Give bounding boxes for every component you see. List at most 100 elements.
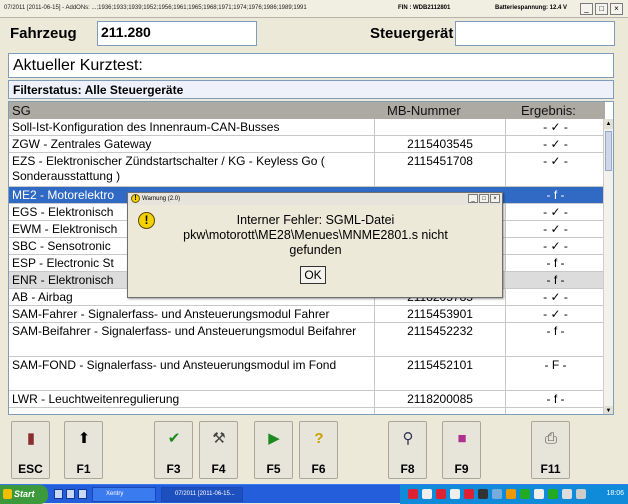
tools-icon: ⚒ xyxy=(212,430,226,447)
cell-ergebnis: - ✓ - xyxy=(543,154,568,168)
f11-button[interactable]: ⎙ F11 xyxy=(531,421,570,479)
title-bar: 07/2011 [2011-06-15] - AddONs: ...;1936;… xyxy=(0,0,628,18)
tray-icon[interactable] xyxy=(464,489,474,499)
warning-dialog: ! Warnung (2.0) _ □ × ! Interner Fehler:… xyxy=(127,192,503,298)
cell-ergebnis: - ✓ - xyxy=(543,205,568,219)
fahrzeug-value: 211.280 xyxy=(101,24,151,40)
tray-icon[interactable] xyxy=(436,489,446,499)
cell-ergebnis: - ✓ - xyxy=(543,137,568,151)
column-header-mb-nummer[interactable]: MB-Nummer xyxy=(387,103,461,118)
f3-button[interactable]: ✔ F3 xyxy=(154,421,193,479)
f1-label: F1 xyxy=(76,462,91,476)
cell-ergebnis: - f - xyxy=(546,324,565,338)
f9-button[interactable]: ■ F9 xyxy=(442,421,481,479)
window-title: 07/2011 [2011-06-15] - AddONs: ...;1936;… xyxy=(4,5,307,11)
dialog-close-button[interactable]: × xyxy=(490,194,500,203)
maximize-button[interactable]: □ xyxy=(595,3,608,15)
table-row[interactable]: Soll-Ist-Konfiguration des Innenraum-CAN… xyxy=(9,119,605,136)
cell-ergebnis: - ✓ - xyxy=(543,290,568,304)
cell-sg: SAM-Beifahrer - Signalerfass- und Ansteu… xyxy=(12,324,357,338)
task-das-window[interactable]: 07/2011 [2011-06-15... xyxy=(161,487,243,502)
f8-label: F8 xyxy=(400,462,415,476)
quicklaunch-explorer-icon[interactable] xyxy=(78,489,87,499)
fin-label: FIN : WDB2112801 xyxy=(398,5,451,11)
quicklaunch-desktop-icon[interactable] xyxy=(54,489,63,499)
kurztest-title: Aktueller Kurztest: xyxy=(13,57,143,74)
f4-button[interactable]: ⚒ F4 xyxy=(199,421,238,479)
column-header-sg[interactable]: SG xyxy=(12,103,31,118)
cell-sg: Soll-Ist-Konfiguration des Innenraum-CAN… xyxy=(12,120,280,134)
cell-ergebnis: - f - xyxy=(546,273,565,287)
cell-mb-nummer: 2115451708 xyxy=(407,154,473,168)
cell-ergebnis: - ✓ - xyxy=(543,222,568,236)
cell-ergebnis: - f - xyxy=(546,188,565,202)
start-label: Start xyxy=(14,489,35,499)
steuergeraet-field[interactable] xyxy=(455,21,615,46)
close-button[interactable]: × xyxy=(610,3,623,15)
exit-door-icon: ▮ xyxy=(26,430,36,447)
cell-mb-nummer: 2115452232 xyxy=(407,324,473,338)
tray-icon[interactable] xyxy=(576,489,586,499)
start-icon: ▶ xyxy=(268,430,280,447)
f11-label: F11 xyxy=(540,462,561,476)
table-row[interactable]: SAM-FOND - Signalerfass- und Ansteuerung… xyxy=(9,357,605,391)
cell-ergebnis: - f - xyxy=(546,392,565,406)
fahrzeug-field[interactable]: 211.280 xyxy=(97,21,257,46)
taskbar-clock: 18:06 xyxy=(606,490,624,497)
warning-small-icon: ! xyxy=(131,194,140,203)
kurztest-box: Aktueller Kurztest: xyxy=(8,53,614,78)
tray-icon[interactable] xyxy=(492,489,502,499)
task-xentry[interactable]: Xentry xyxy=(92,487,156,502)
cell-ergebnis: - F - xyxy=(544,358,567,372)
dialog-minimize-button[interactable]: _ xyxy=(468,194,478,203)
cell-mb-nummer: 2115452101 xyxy=(407,358,473,372)
tray-icon[interactable] xyxy=(520,489,530,499)
cell-sg: EZS - Elektronischer Zündstartschalter /… xyxy=(12,154,325,183)
dialog-maximize-button[interactable]: □ xyxy=(479,194,489,203)
tray-icon[interactable] xyxy=(562,489,572,499)
cell-sg: SAM-FOND - Signalerfass- und Ansteuerung… xyxy=(12,358,337,372)
tray-icon[interactable] xyxy=(450,489,460,499)
system-tray: 18:06 xyxy=(400,485,628,504)
cell-mb-nummer: 2118200085 xyxy=(407,392,473,406)
minimize-button[interactable]: _ xyxy=(580,3,593,15)
table-row[interactable]: SAM-Beifahrer - Signalerfass- und Ansteu… xyxy=(9,323,605,357)
cell-sg: SAM-Fahrer - Signalerfass- und Ansteueru… xyxy=(12,307,330,321)
vertical-scrollbar[interactable]: ▲ ▼ xyxy=(603,119,613,414)
ok-button[interactable]: OK xyxy=(300,266,326,284)
tray-icon[interactable] xyxy=(548,489,558,499)
function-key-toolbar: ▮ ESC ⬆ F1 ✔ F3 ⚒ F4 ▶ F5 ? F6 ⚲ F8 ■ F9 xyxy=(0,419,628,483)
battery-voltage: Batteriespannung: 12.4 V xyxy=(495,5,568,11)
filter-status-bar: Filterstatus: Alle Steuergeräte xyxy=(8,80,614,99)
table-row[interactable]: SAM-Fahrer - Signalerfass- und Ansteueru… xyxy=(9,306,605,323)
scroll-up-arrow-icon[interactable]: ▲ xyxy=(604,119,613,129)
cell-sg: ZGW - Zentrales Gateway xyxy=(12,137,152,151)
app-window: 07/2011 [2011-06-15] - AddONs: ...;1936;… xyxy=(0,0,628,504)
cell-sg: LWR - Leuchtweitenregulierung xyxy=(12,392,180,406)
cell-mb-nummer: 2115403545 xyxy=(407,137,473,151)
start-button[interactable]: Start xyxy=(0,485,48,504)
checkmark-icon: ✔ xyxy=(167,430,181,447)
esc-button[interactable]: ▮ ESC xyxy=(11,421,50,479)
f3-label: F3 xyxy=(166,462,181,476)
f5-button[interactable]: ▶ F5 xyxy=(254,421,293,479)
tray-icon[interactable] xyxy=(506,489,516,499)
f8-button[interactable]: ⚲ F8 xyxy=(388,421,427,479)
table-row[interactable]: ZGW - Zentrales Gateway 2115403545 - ✓ - xyxy=(9,136,605,153)
scrollbar-thumb[interactable] xyxy=(605,131,612,171)
tray-icon[interactable] xyxy=(478,489,488,499)
quicklaunch-browser-icon[interactable] xyxy=(66,489,75,499)
f5-label: F5 xyxy=(266,462,281,476)
warning-icon: ! xyxy=(138,212,155,229)
tray-icon[interactable] xyxy=(422,489,432,499)
table-row[interactable]: LWR - Leuchtweitenregulierung 2118200085 -… xyxy=(9,391,605,408)
table-row[interactable]: EZS - Elektronischer Zündstartschalter /… xyxy=(9,153,605,187)
tray-icon[interactable] xyxy=(534,489,544,499)
f9-label: F9 xyxy=(454,462,469,476)
column-header-ergebnis[interactable]: Ergebnis: xyxy=(521,103,576,118)
steuergeraet-label: Steuergerät xyxy=(370,25,454,42)
f6-button[interactable]: ? F6 xyxy=(299,421,338,479)
f1-button[interactable]: ⬆ F1 xyxy=(64,421,103,479)
scroll-down-arrow-icon[interactable]: ▼ xyxy=(604,406,613,414)
tray-icon[interactable] xyxy=(408,489,418,499)
